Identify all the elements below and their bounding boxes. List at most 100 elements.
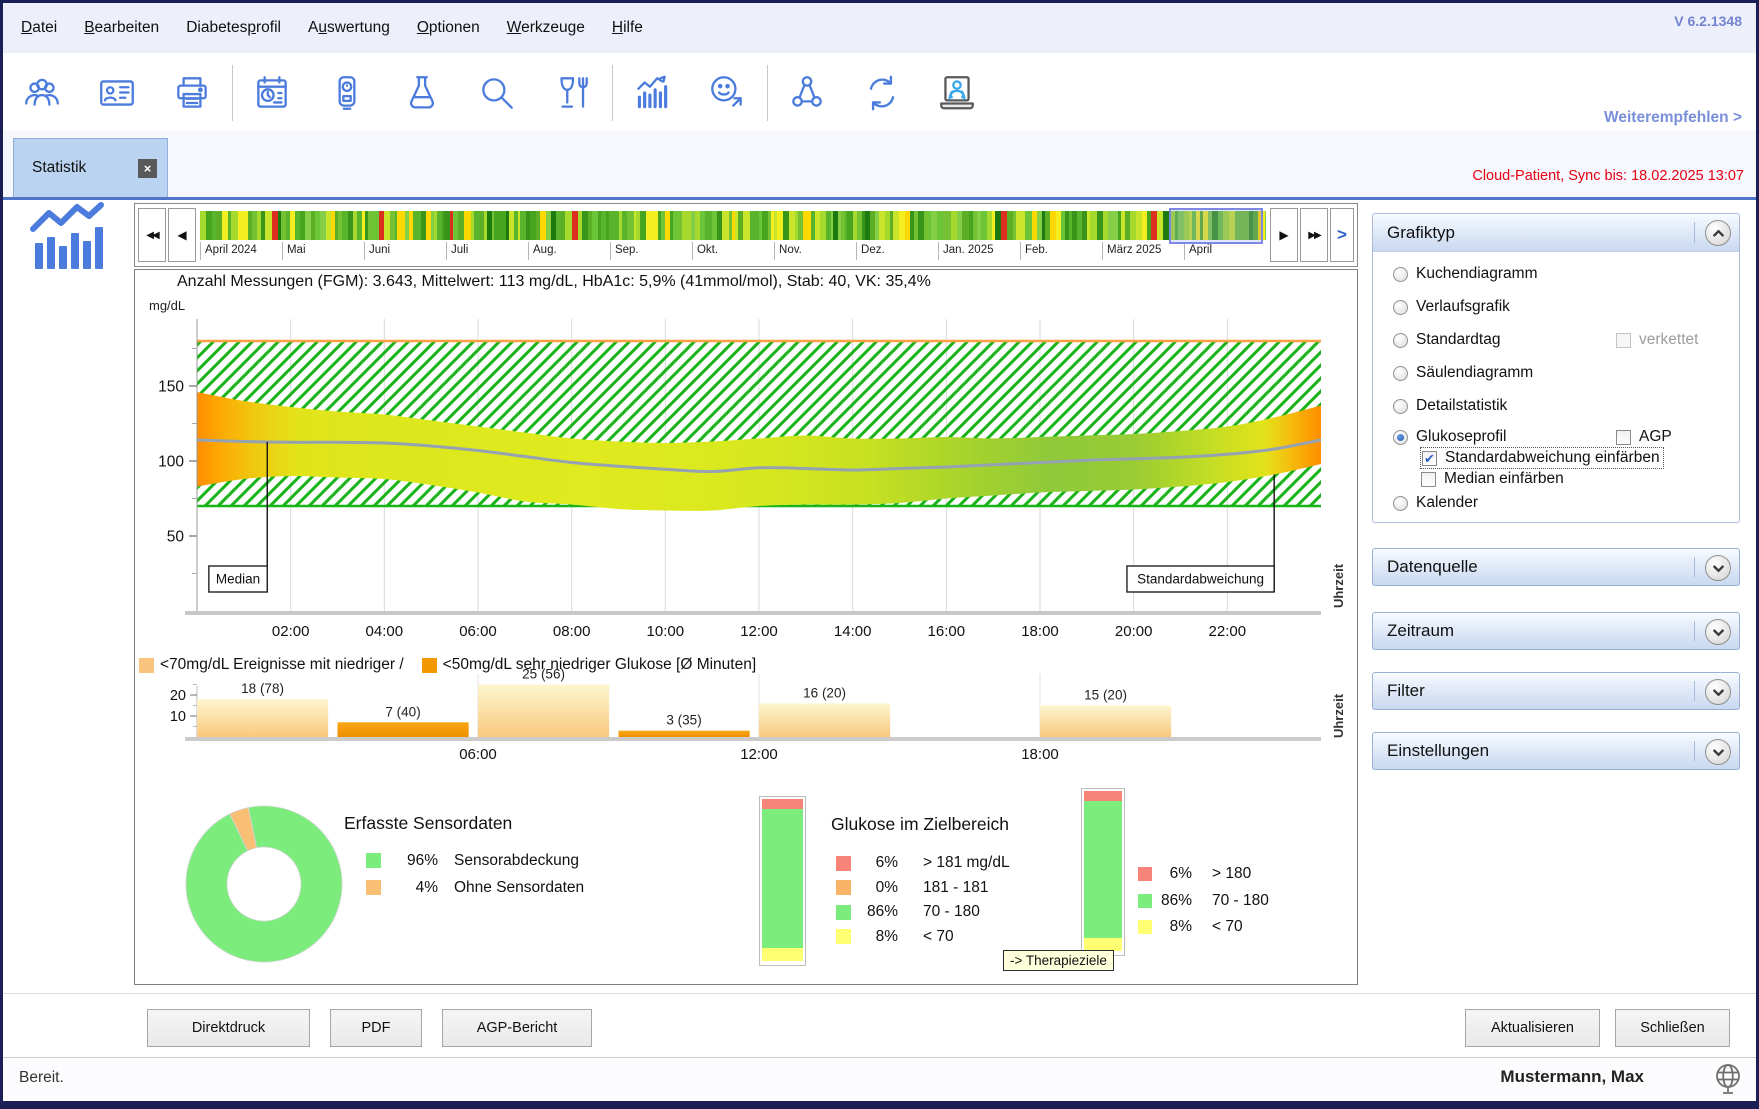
timeline-activity-strip[interactable]: [200, 211, 1266, 240]
toolbar-telemedicine-button[interactable]: [934, 67, 980, 119]
status-bar: Bereit. Mustermann, Max: [3, 1057, 1756, 1101]
extra-option-verkettet[interactable]: verkettet: [1616, 331, 1698, 349]
radio-s-ulendiagramm[interactable]: [1393, 366, 1408, 381]
radio-glukoseprofil[interactable]: [1393, 430, 1408, 445]
checkbox-standardabweichung-einf-rben[interactable]: ✔: [1422, 451, 1437, 466]
panel-header-zeitraum[interactable]: Zeitraum: [1372, 612, 1740, 650]
legend-swatch: [366, 853, 381, 868]
therapy-goals-link[interactable]: -> Therapieziele: [1003, 950, 1114, 971]
radio-verlaufsgrafik[interactable]: [1393, 300, 1408, 315]
menu-bearbeiten[interactable]: Bearbeiten: [84, 19, 159, 37]
option-median-einf-rben[interactable]: Median einfärben: [1421, 468, 1733, 490]
tir-segment-2: [762, 809, 803, 948]
toolbar-nutrition-button[interactable]: [549, 67, 595, 119]
direktdruck-button[interactable]: Direktdruck: [147, 1009, 310, 1047]
option-kuchendiagramm[interactable]: Kuchendiagramm: [1393, 263, 1733, 285]
menu-hilfe[interactable]: Hilfe: [612, 19, 643, 37]
tab-label: Statistik: [32, 159, 86, 177]
app-window: Datei Bearbeiten Diabetesprofil Auswertung O…: [0, 0, 1759, 1109]
option-kalender[interactable]: Kalender: [1393, 492, 1733, 514]
svg-text:06:00: 06:00: [459, 623, 497, 640]
panel-header-einstellungen[interactable]: Einstellungen: [1372, 732, 1740, 770]
agp-bericht-button[interactable]: AGP-Bericht: [442, 1009, 592, 1047]
pdf-button[interactable]: PDF: [330, 1009, 422, 1047]
checkbox-median-einf-rben[interactable]: [1421, 472, 1436, 487]
toolbar-calendar-button[interactable]: [249, 67, 295, 119]
legend-swatch: [366, 880, 381, 895]
option-verlaufsgrafik[interactable]: Verlaufsgrafik: [1393, 296, 1733, 318]
radio-kuchendiagramm[interactable]: [1393, 267, 1408, 282]
toolbar-patient-card-button[interactable]: [94, 67, 140, 119]
menu-auswertung[interactable]: Auswertung: [308, 19, 390, 37]
month-label-feb: Feb.: [1020, 242, 1048, 260]
aktualisieren-button[interactable]: Aktualisieren: [1465, 1009, 1600, 1047]
month-label-juli: Juli: [446, 242, 468, 260]
option-detailstatistik[interactable]: Detailstatistik: [1393, 395, 1733, 417]
option-standardtag[interactable]: Standardtagverkettet: [1393, 329, 1733, 351]
time-in-range-legend-left: 6%> 181 mg/dL0%181 - 18186%70 - 1808%< 7…: [836, 851, 1010, 949]
timeline-next-fast-button[interactable]: ▶▶: [1300, 208, 1328, 262]
timeline: ◀◀◀April 2024MaiJuniJuliAug.Sep.Okt.Nov.…: [134, 203, 1358, 267]
legend-swatch: [836, 880, 851, 895]
statistics-sidebar-icon: [29, 201, 109, 274]
time-in-range-bar-right: [1081, 788, 1125, 956]
chevron-up-icon[interactable]: [1705, 220, 1731, 246]
menu-datei[interactable]: Datei: [21, 19, 57, 37]
timeline-prev-fast-button[interactable]: ◀◀: [138, 208, 166, 262]
footer-separator: [3, 993, 1756, 994]
checkbox-agp[interactable]: [1616, 430, 1631, 445]
toolbar-glucose-meter-button[interactable]: [324, 67, 370, 119]
close-icon[interactable]: ×: [138, 159, 157, 178]
export-mood-icon: [706, 71, 748, 115]
toolbar-share-button[interactable]: [784, 67, 830, 119]
toolbar-print-button[interactable]: [169, 67, 215, 119]
toolbar-export-mood-button[interactable]: [704, 67, 750, 119]
month-label-mai: Mai: [282, 242, 306, 260]
svg-text:3 (35): 3 (35): [666, 713, 701, 728]
panel-header-filter[interactable]: Filter: [1372, 672, 1740, 710]
month-label-nov: Nov.: [774, 242, 802, 260]
svg-text:16 (20): 16 (20): [803, 685, 846, 700]
timeline-strip[interactable]: April 2024MaiJuniJuliAug.Sep.Okt.Nov.Dez…: [200, 207, 1266, 263]
toolbar-lab-flask-button[interactable]: [399, 67, 445, 119]
right-sidebar: Grafiktyp Kuchendiagramm Verlaufsgrafik St…: [1372, 3, 1740, 1101]
timeline-next-button[interactable]: ▶: [1270, 208, 1298, 262]
tir-legend-row-181-mg-dl: 6%> 181 mg/dL: [836, 851, 1010, 876]
chevron-down-icon[interactable]: [1705, 619, 1731, 645]
schlie-en-button[interactable]: Schließen: [1615, 1009, 1730, 1047]
extra-option-agp[interactable]: AGP: [1616, 428, 1672, 446]
hypo-events-legend: <70mg/dL Ereignisse mit niedriger /<50mg…: [139, 656, 774, 674]
menu-werkzeuge[interactable]: Werkzeuge: [507, 19, 585, 37]
tir-segment-2: [1084, 801, 1122, 939]
svg-text:7 (40): 7 (40): [385, 704, 420, 719]
option-standardabweichung-einf-rben[interactable]: ✔Standardabweichung einfärben: [1421, 447, 1733, 469]
radio-detailstatistik[interactable]: [1393, 399, 1408, 414]
toolbar-statistics-button[interactable]: [629, 67, 675, 119]
timeline-prev-button[interactable]: ◀: [168, 208, 196, 262]
toolbar-sync-button[interactable]: [859, 67, 905, 119]
option-label: Glukoseprofil: [1416, 428, 1506, 446]
legend-pct: 86%: [855, 903, 898, 921]
hypo-events-chart: 102018 (78)7 (40)25 (56)3 (35)16 (20)15 …: [137, 668, 1357, 798]
chevron-down-icon[interactable]: [1705, 555, 1731, 581]
timeline-expand-button[interactable]: >: [1330, 208, 1354, 262]
grafiktyp-header[interactable]: Grafiktyp: [1373, 214, 1739, 252]
tab-statistik[interactable]: Statistik ×: [13, 138, 168, 197]
menu-optionen[interactable]: Optionen: [417, 19, 480, 37]
option-glukoseprofil[interactable]: Glukoseprofil AGP: [1393, 426, 1733, 448]
chevron-down-icon[interactable]: [1705, 679, 1731, 705]
chevron-down-icon[interactable]: [1705, 739, 1731, 765]
toolbar-patients-button[interactable]: [19, 67, 65, 119]
legend-swatch-low: [139, 658, 154, 673]
radio-standardtag[interactable]: [1393, 333, 1408, 348]
toolbar-search-button[interactable]: [474, 67, 520, 119]
legend-pct: 4%: [385, 879, 438, 897]
option-s-ulendiagramm[interactable]: Säulendiagramm: [1393, 362, 1733, 384]
statistics-icon: [631, 71, 673, 115]
radio-kalender[interactable]: [1393, 496, 1408, 511]
panel-header-datenquelle[interactable]: Datenquelle: [1372, 548, 1740, 586]
timeline-selection[interactable]: [1169, 208, 1263, 244]
x-axis-unit-label: Uhrzeit: [1331, 563, 1346, 608]
print-icon: [171, 71, 213, 115]
menu-diabetesprofil[interactable]: Diabetesprofil: [186, 19, 281, 37]
